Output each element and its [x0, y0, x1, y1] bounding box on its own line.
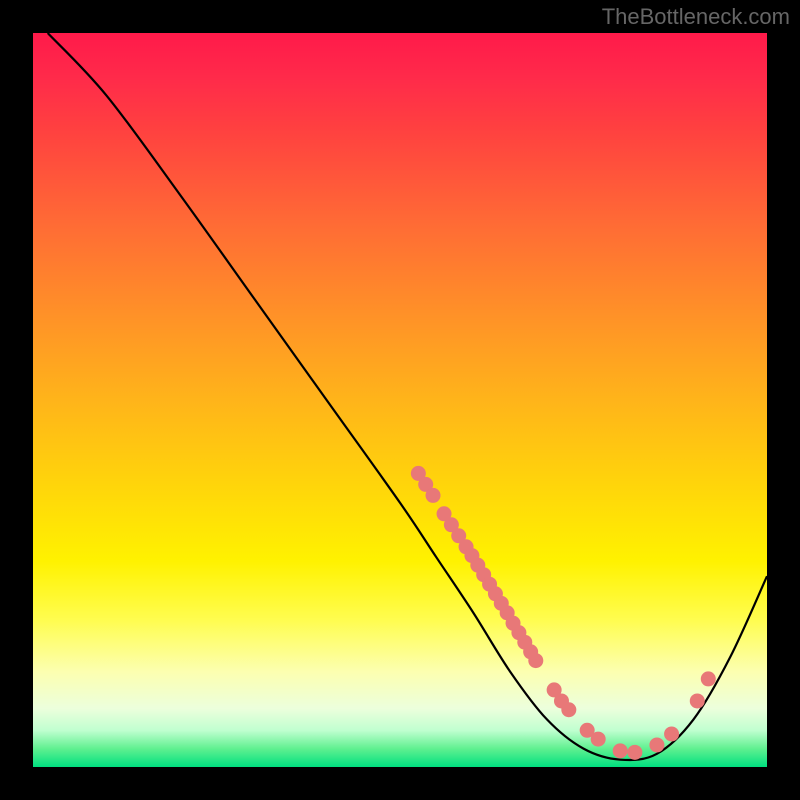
curve-svg [33, 33, 767, 767]
data-point [701, 671, 716, 686]
data-point [664, 726, 679, 741]
data-point [649, 737, 664, 752]
data-point [561, 702, 576, 717]
chart-container: TheBottleneck.com [0, 0, 800, 800]
data-point [528, 653, 543, 668]
bottleneck-curve [48, 33, 767, 760]
data-point [627, 745, 642, 760]
data-point [591, 732, 606, 747]
highlight-points [411, 466, 716, 760]
attribution-text: TheBottleneck.com [602, 4, 790, 30]
data-point [613, 743, 628, 758]
data-point [690, 693, 705, 708]
data-point [426, 488, 441, 503]
plot-area [33, 33, 767, 767]
